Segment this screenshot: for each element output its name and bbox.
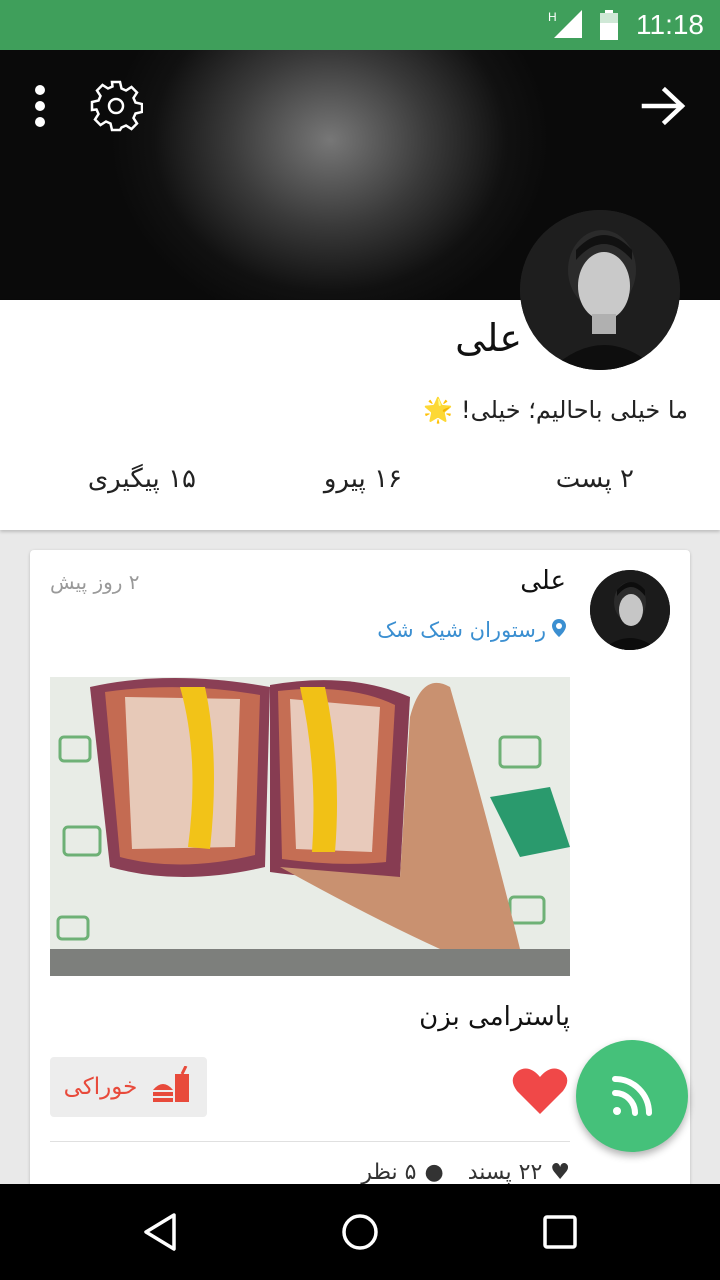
comments-label: ۵ نظر bbox=[361, 1160, 417, 1185]
stat-following[interactable]: ۱۵ پیگیری bbox=[88, 464, 196, 494]
post-location[interactable]: رستوران شیک شک bbox=[377, 618, 566, 642]
comments-count[interactable]: ● ۵ نظر bbox=[361, 1160, 443, 1185]
location-label: رستوران شیک شک bbox=[377, 618, 546, 642]
arrow-forward-icon[interactable] bbox=[634, 76, 694, 136]
post-time: ۲ روز پیش bbox=[50, 570, 140, 594]
post-divider bbox=[50, 1141, 570, 1142]
post-stats: ♥ ۲۲ پسند ● ۵ نظر bbox=[361, 1160, 570, 1185]
home-icon[interactable] bbox=[330, 1202, 390, 1262]
svg-text:H: H bbox=[548, 10, 557, 24]
post-author-name[interactable]: علی bbox=[520, 566, 566, 596]
heart-small-icon: ♥ bbox=[550, 1160, 570, 1185]
signal-icon: H bbox=[548, 10, 584, 44]
post-author-avatar[interactable] bbox=[590, 570, 670, 650]
stat-posts[interactable]: ۲ پست bbox=[556, 464, 634, 494]
profile-avatar[interactable] bbox=[520, 210, 680, 370]
battery-icon bbox=[598, 10, 620, 44]
profile-name: علی bbox=[455, 316, 522, 360]
comment-bubble-icon: ● bbox=[424, 1160, 444, 1185]
settings-gear-icon[interactable] bbox=[86, 76, 146, 136]
feed-rss-icon bbox=[612, 1076, 652, 1116]
location-pin-icon bbox=[552, 618, 566, 642]
status-bar: H 11:18 bbox=[0, 0, 720, 50]
profile-stats: ۲ پست ۱۶ پیرو ۱۵ پیگیری bbox=[0, 464, 720, 510]
more-vert-icon[interactable] bbox=[10, 76, 70, 136]
bio-text: ما خیلی باحالیم؛ خیلی! bbox=[460, 396, 688, 424]
likes-count[interactable]: ♥ ۲۲ پسند bbox=[468, 1160, 570, 1185]
category-label: خوراکی bbox=[63, 1074, 138, 1100]
category-chip[interactable]: خوراکی bbox=[50, 1057, 207, 1117]
post-photo[interactable] bbox=[50, 677, 570, 976]
system-nav-bar bbox=[0, 1184, 720, 1280]
likes-label: ۲۲ پسند bbox=[467, 1160, 543, 1185]
fast-food-icon bbox=[151, 1065, 193, 1108]
like-heart-icon[interactable] bbox=[512, 1066, 568, 1116]
recents-icon[interactable] bbox=[530, 1202, 590, 1262]
stat-followers[interactable]: ۱۶ پیرو bbox=[324, 464, 402, 494]
post-caption: پاسترامی بزن bbox=[419, 1002, 570, 1032]
feed-fab-button[interactable] bbox=[576, 1040, 688, 1152]
back-icon[interactable] bbox=[130, 1202, 190, 1262]
profile-bio: ما خیلی باحالیم؛ خیلی! 🌟 bbox=[423, 396, 688, 424]
star-emoji-icon: 🌟 bbox=[423, 396, 453, 424]
status-time: 11:18 bbox=[636, 9, 704, 40]
